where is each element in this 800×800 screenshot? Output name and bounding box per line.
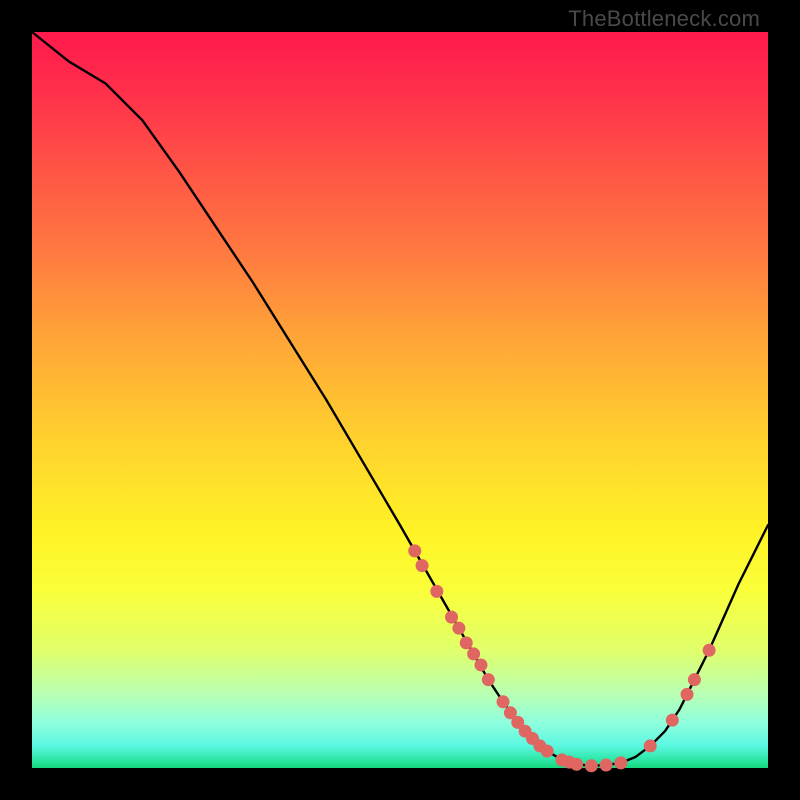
bottleneck-curve bbox=[32, 32, 768, 766]
data-point bbox=[452, 622, 465, 635]
data-point bbox=[497, 695, 510, 708]
data-point bbox=[445, 611, 458, 624]
data-point bbox=[688, 673, 701, 686]
data-point bbox=[644, 739, 657, 752]
data-point bbox=[482, 673, 495, 686]
data-points bbox=[408, 544, 715, 772]
data-point bbox=[467, 647, 480, 660]
data-point bbox=[600, 759, 613, 772]
data-point bbox=[666, 714, 679, 727]
data-point bbox=[430, 585, 443, 598]
data-point bbox=[703, 644, 716, 657]
chart-area bbox=[32, 32, 768, 768]
data-point bbox=[614, 756, 627, 769]
data-point bbox=[460, 636, 473, 649]
data-point bbox=[416, 559, 429, 572]
bottleneck-chart bbox=[32, 32, 768, 768]
data-point bbox=[681, 688, 694, 701]
data-point bbox=[408, 544, 421, 557]
data-point bbox=[541, 745, 554, 758]
data-point bbox=[570, 758, 583, 771]
watermark-text: TheBottleneck.com bbox=[568, 6, 760, 32]
data-point bbox=[585, 759, 598, 772]
data-point bbox=[474, 658, 487, 671]
